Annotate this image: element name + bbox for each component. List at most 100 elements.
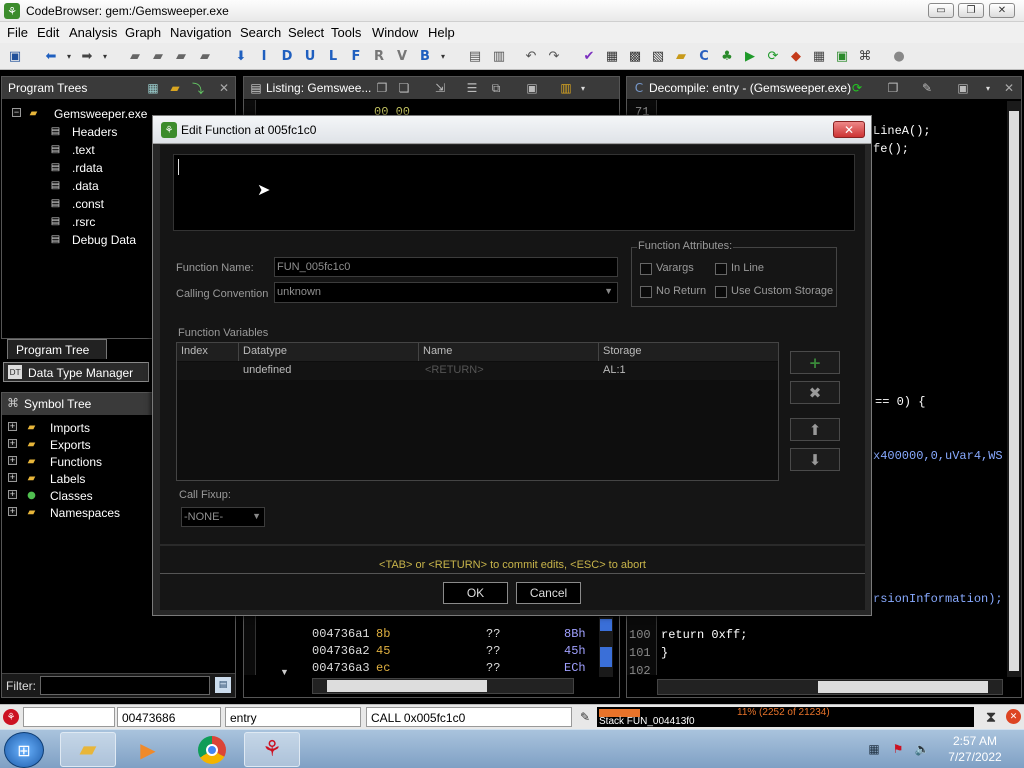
no-return-checkbox[interactable] bbox=[640, 286, 652, 298]
next-bookmark-icon[interactable]: B bbox=[416, 47, 434, 65]
call-fixup-select[interactable]: -NONE- ▼ bbox=[181, 507, 265, 527]
field-edit-icon[interactable]: ☰ bbox=[464, 80, 480, 96]
paste-icon[interactable]: ❏ bbox=[396, 80, 412, 96]
redo-icon[interactable]: ↷ bbox=[545, 47, 563, 65]
listing-row-addr[interactable]: 004736a2 bbox=[312, 644, 370, 658]
open-folder-icon[interactable]: ▰ bbox=[167, 80, 183, 96]
stack-edit-icon[interactable]: ✎ bbox=[577, 709, 593, 725]
decompile-vscroll-thumb[interactable] bbox=[1009, 111, 1019, 671]
folder-icon[interactable]: ▰ bbox=[672, 47, 690, 65]
row-storage[interactable]: AL:1 bbox=[599, 362, 630, 378]
column-header-name[interactable]: Name bbox=[419, 343, 599, 361]
nav-page-icon-3[interactable]: ▰ bbox=[172, 47, 190, 65]
column-header-storage[interactable]: Storage bbox=[599, 343, 778, 361]
ok-button[interactable]: OK bbox=[443, 582, 508, 604]
new-tree-icon[interactable]: ▦ bbox=[145, 80, 161, 96]
chevron-down-icon[interactable]: ▼ bbox=[252, 511, 261, 521]
tab-program-tree[interactable]: Program Tree bbox=[7, 339, 107, 359]
menu-file[interactable]: File bbox=[7, 25, 28, 40]
listing-row-addr[interactable]: 004736a1 bbox=[312, 627, 370, 641]
ghidra-status-icon[interactable]: ⚘ bbox=[3, 709, 19, 725]
table-icon[interactable]: ▦ bbox=[810, 47, 828, 65]
save-icon[interactable]: ▣ bbox=[6, 47, 24, 65]
custom-storage-checkbox[interactable] bbox=[715, 286, 727, 298]
options-icon[interactable]: ▥ bbox=[558, 80, 574, 96]
varargs-checkbox[interactable] bbox=[640, 263, 652, 275]
volume-icon[interactable]: 🔈 bbox=[914, 741, 930, 757]
listing-hscrollbar[interactable] bbox=[312, 678, 574, 694]
taskbar-ghidra[interactable]: ⚘ bbox=[244, 732, 300, 767]
menu-edit[interactable]: Edit bbox=[37, 25, 59, 40]
filter-input[interactable] bbox=[40, 676, 210, 695]
memory-map-icon[interactable]: ▦ bbox=[603, 47, 621, 65]
forward-dropdown-icon[interactable]: ▾ bbox=[96, 47, 114, 65]
copy-icon[interactable]: ❐ bbox=[885, 80, 901, 96]
scroll-down-arrow-icon[interactable]: ▼ bbox=[280, 667, 290, 677]
run-script-icon[interactable]: ▶ bbox=[741, 47, 759, 65]
cursor-icon[interactable]: ⇲ bbox=[432, 80, 448, 96]
minimize-button[interactable]: ▭ bbox=[928, 3, 954, 18]
next-instruction-icon[interactable]: I bbox=[255, 47, 273, 65]
signature-editor[interactable] bbox=[173, 154, 855, 231]
expand-icon[interactable]: + bbox=[8, 439, 17, 448]
column-header-index[interactable]: Index bbox=[177, 343, 239, 361]
column-header-datatype[interactable]: Datatype bbox=[239, 343, 419, 361]
menu-analysis[interactable]: Analysis bbox=[69, 25, 117, 40]
forward-arrow-icon[interactable]: ➡ bbox=[78, 47, 96, 65]
close-window-button[interactable]: ✕ bbox=[989, 3, 1015, 18]
collapse-icon[interactable]: − bbox=[12, 108, 21, 117]
back-dropdown-icon[interactable]: ▾ bbox=[60, 47, 78, 65]
row-datatype[interactable]: undefined bbox=[239, 362, 295, 378]
nav-page-icon-2[interactable]: ▰ bbox=[149, 47, 167, 65]
function-graph-icon[interactable]: ♣ bbox=[718, 47, 736, 65]
snapshot-icon[interactable]: ▣ bbox=[955, 80, 971, 96]
tree-action-icon[interactable]: ⤵ bbox=[190, 80, 206, 96]
table-row[interactable]: undefined <RETURN> AL:1 bbox=[177, 362, 778, 380]
nav-page-icon-4[interactable]: ▰ bbox=[196, 47, 214, 65]
decompiler-c-icon[interactable]: C bbox=[695, 47, 713, 65]
copy-icon[interactable]: ❐ bbox=[374, 80, 390, 96]
code-line[interactable]: } bbox=[661, 646, 668, 660]
cancel-button[interactable]: Cancel bbox=[516, 582, 581, 604]
expand-icon[interactable]: + bbox=[8, 507, 17, 516]
undo-icon[interactable]: ↶ bbox=[522, 47, 540, 65]
register-icon[interactable]: ▩ bbox=[626, 47, 644, 65]
chevron-down-icon[interactable]: ▼ bbox=[604, 286, 613, 296]
panel-close-icon[interactable]: ✕ bbox=[1001, 80, 1017, 96]
next-function-icon[interactable]: F bbox=[347, 47, 365, 65]
menu-window[interactable]: Window bbox=[372, 25, 418, 40]
snapshot-icon[interactable]: ▣ bbox=[524, 80, 540, 96]
next-undefined-icon[interactable]: U bbox=[301, 47, 319, 65]
refresh-icon[interactable]: ⟳ bbox=[849, 80, 865, 96]
move-down-button[interactable]: ⬇ bbox=[790, 448, 840, 471]
clock-time[interactable]: 2:57 AM bbox=[945, 734, 1005, 748]
listing-hscroll-thumb[interactable] bbox=[327, 680, 487, 692]
data-type-manager-tab[interactable]: DT Data Type Manager bbox=[3, 362, 149, 382]
menu-graph[interactable]: Graph bbox=[125, 25, 161, 40]
clipboard-icon[interactable]: ▤ bbox=[466, 47, 484, 65]
menu-help[interactable]: Help bbox=[428, 25, 455, 40]
listing-overview-bar[interactable] bbox=[599, 617, 613, 677]
options-dropdown-icon[interactable]: ▾ bbox=[578, 80, 588, 96]
add-variable-button[interactable]: + bbox=[790, 351, 840, 374]
action-center-icon[interactable]: ⚑ bbox=[890, 741, 906, 757]
help-bubble-icon[interactable]: ● bbox=[890, 47, 908, 65]
tree-icon[interactable]: ⌘ bbox=[856, 47, 874, 65]
remove-variable-button[interactable]: ✖ bbox=[790, 381, 840, 404]
down-arrow-icon[interactable]: ⬇ bbox=[232, 47, 250, 65]
expand-icon[interactable]: + bbox=[8, 456, 17, 465]
row-name[interactable]: <RETURN> bbox=[421, 362, 488, 378]
network-icon[interactable]: ▦ bbox=[866, 741, 882, 757]
next-data-icon[interactable]: D bbox=[278, 47, 296, 65]
error-icon[interactable]: ✕ bbox=[1006, 709, 1021, 724]
back-arrow-icon[interactable]: ⬅ bbox=[42, 47, 60, 65]
hourglass-icon[interactable]: ⧗ bbox=[983, 707, 999, 727]
menu-dropdown-icon[interactable]: ▾ bbox=[982, 80, 994, 96]
listing-row-addr[interactable]: 004736a3 bbox=[312, 661, 370, 675]
move-up-button[interactable]: ⬆ bbox=[790, 418, 840, 441]
refresh-icon[interactable]: ⟳ bbox=[764, 47, 782, 65]
calling-convention-select[interactable]: unknown ▼ bbox=[274, 282, 618, 303]
bookmark-dropdown-icon[interactable]: ▾ bbox=[434, 47, 452, 65]
menu-navigation[interactable]: Navigation bbox=[170, 25, 231, 40]
checkmark-icon[interactable]: ✔ bbox=[580, 47, 598, 65]
